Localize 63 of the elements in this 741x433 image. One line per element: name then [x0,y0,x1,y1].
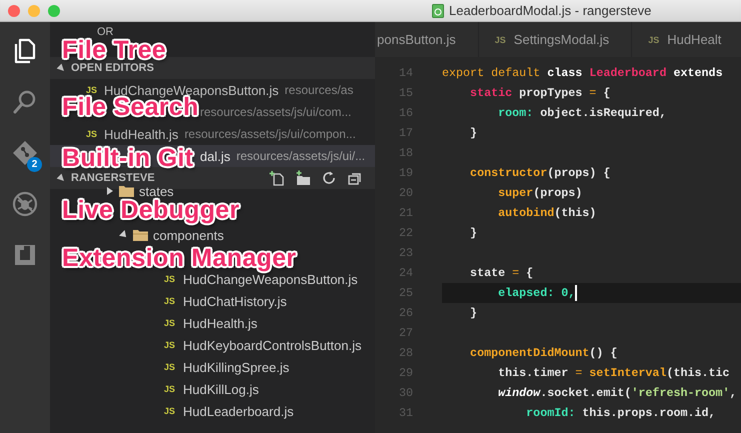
file-path[interactable]: resources/assets/js/ui/com... [200,105,352,119]
open-editor-name[interactable]: HudChangeWeaponsButton.js [104,82,279,98]
js-icon: JS [164,406,178,416]
editor-tab[interactable]: ponsButton.js [375,22,479,57]
code-line: constructor(props) { [469,166,610,180]
code-line: } [469,126,478,140]
code-line: window.socket.emit('refresh-room', [497,386,737,400]
js-icon: JS [164,318,178,328]
annotation-label: Extension Manager [62,246,296,271]
code-line: elapsed: 0, [497,286,576,300]
file-name[interactable]: HudLeaderboard.js [183,404,294,418]
file-name[interactable]: HudChangeWeaponsButton.js [183,272,358,286]
no-bug-icon[interactable] [11,190,39,218]
js-icon: JS [164,384,178,394]
new-folder-icon[interactable] [295,170,311,186]
count-badge: 2 [27,157,42,172]
expand-arrow-icon[interactable] [106,187,114,195]
code-line: roomId: this.props.room.id, [525,406,716,420]
js-icon: JS [164,274,178,284]
file-path[interactable]: resources/as [284,83,354,97]
open-editor-name[interactable]: HudHealth.js [104,126,178,142]
file-name[interactable]: HudKeyboardControlsButton.js [183,338,362,352]
js-icon: JS [164,340,178,350]
collapse-triangle-icon[interactable] [56,173,66,183]
editor-tab[interactable]: JS SettingsModal.js [478,22,632,57]
document-icon [432,4,444,18]
js-icon: JS [164,296,178,306]
file-name[interactable]: HudKillLog.js [183,382,259,396]
file-path[interactable]: resources/assets/js/ui/... [236,149,366,163]
open-editor-name[interactable]: dal.js [200,148,230,164]
code-line: export default class Leaderboard extends [442,66,723,80]
sidebar-title: OR [97,26,114,38]
code-line: autobind(this) [497,206,596,220]
js-icon: JS [164,362,178,372]
collapse-triangle-icon[interactable] [56,63,66,73]
code-line: } [469,306,478,320]
window-title: LeaderboardModal.js - rangersteve [449,3,652,18]
annotation-label: Live Debugger [62,198,240,223]
text-cursor [575,285,578,301]
code-line: super(props) [497,186,582,200]
file-name[interactable]: HudChatHistory.js [183,294,287,308]
code-line: this.timer = setInterval(this.tic [497,366,730,380]
section-header[interactable]: OPEN EDITORS [50,57,375,79]
js-icon: JS [86,129,103,139]
annotation-label: Built-in Git [62,146,194,171]
folder-name[interactable]: components [153,228,224,242]
code-line: state = { [469,266,534,280]
folder-icon [133,229,148,241]
annotation-label: File Search [62,95,199,120]
refresh-icon[interactable] [321,170,337,186]
new-file-icon[interactable] [269,170,285,186]
folder-name[interactable]: states [139,184,174,198]
code-line: static propTypes = { [469,86,610,100]
code-line: room: object.isRequired, [497,106,666,120]
file-name[interactable]: HudKillingSpree.js [183,360,290,374]
code-line: componentDidMount() { [469,346,618,360]
editor-tab[interactable]: JS HudHealt [632,22,741,57]
file-name[interactable]: HudHealth.js [183,316,258,330]
section-title: OPEN EDITORS [71,62,154,74]
code-line: } [469,226,478,240]
file-path[interactable]: resources/assets/js/ui/compon... [184,127,356,141]
section-title[interactable]: RANGERSTEVE [71,172,155,184]
js-icon: JS [86,85,103,95]
